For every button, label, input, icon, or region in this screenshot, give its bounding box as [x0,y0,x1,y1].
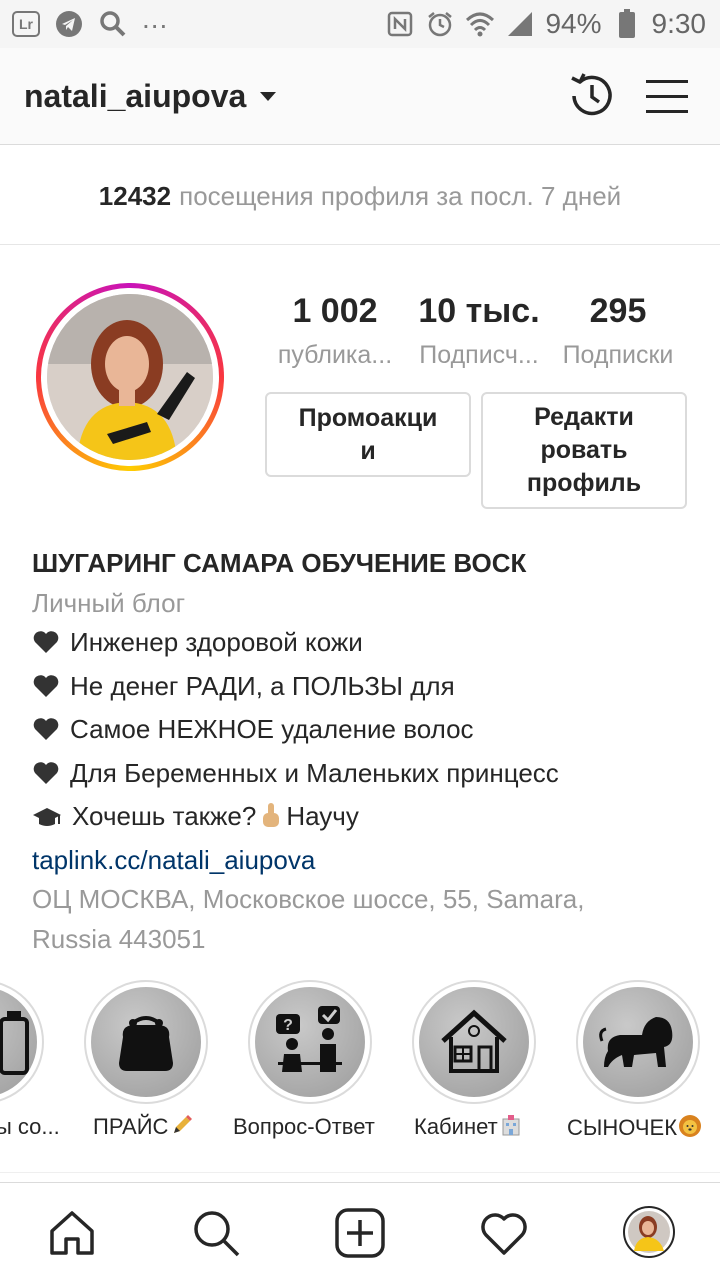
lion-icon [599,1017,673,1067]
house-icon [441,1009,507,1073]
highlight-2[interactable] [84,980,208,1104]
followers-count: 10 тыс. [418,292,540,330]
promotions-label-line1: Промоакци [298,403,438,432]
chevron-down-icon[interactable] [260,91,277,101]
battery-icon [612,9,642,39]
promotions-button[interactable]: Промоакци и [265,392,471,477]
profile-header: natali_aiupova [0,48,720,145]
highlight-4[interactable] [412,980,536,1104]
black-heart-icon [32,627,60,667]
edit-label-line3: профиль [526,469,642,497]
black-heart-icon [32,714,60,754]
posts-count: 1 002 [292,292,378,330]
black-heart-icon [32,758,60,798]
menu-icon[interactable] [644,76,690,116]
pencil-icon [171,1114,193,1142]
bottle-icon [0,1011,29,1075]
black-heart-icon [32,671,60,711]
hotel-icon [500,1114,522,1142]
lion-face-icon [678,1114,702,1144]
pointing-hand-icon [258,801,284,841]
battery-percent: 94% [545,8,602,39]
avatar[interactable] [36,283,224,471]
highlight-label-5: СЫНОЧЕК [567,1114,702,1144]
edit-label-line2: ровать [540,436,628,464]
add-post-icon[interactable] [334,1207,386,1259]
bio-line: Хочешь также? Научу [32,797,692,841]
clock: 9:30 [651,8,707,39]
stat-followers[interactable]: 10 тыс. Подписч... [404,292,554,370]
posts-label: публика... [277,341,393,369]
following-label: Подписки [562,341,674,369]
alarm-icon [425,9,455,39]
highlight-label-2: ПРАЙС [93,1114,193,1142]
edit-profile-button[interactable]: Редакти ровать профиль [481,392,687,509]
promotions-label-line2: и [360,436,376,465]
home-icon[interactable] [46,1207,98,1259]
visits-text: посещения профиля за посл. 7 дней [179,180,622,211]
username[interactable]: natali_aiupova [24,78,246,115]
avatar-photo [47,294,213,460]
divider [0,1172,720,1173]
bio-link[interactable]: taplink.cc/natali_aiupova [32,841,692,881]
search-icon [98,9,128,39]
highlight-label-1: ы со... [0,1114,60,1139]
question-answer-icon: ? [276,1006,342,1072]
profile-category: Личный блог [32,587,186,618]
followers-label: Подписч... [419,341,539,369]
edit-label-line1: Редакти [534,403,634,431]
signal-icon [505,9,535,39]
history-icon[interactable] [566,70,618,122]
wifi-icon [465,9,495,39]
highlight-label-4: Кабинет [414,1114,522,1142]
bio-line: Для Беременных и Маленьких принцесс [32,754,692,798]
bio-line: Самое НЕЖНОЕ удаление волос [32,710,692,754]
lightroom-icon: Lr [12,11,40,37]
stat-following[interactable]: 295 Подписки [548,292,688,370]
more-notifications: ... [142,3,169,34]
highlight-1[interactable] [0,980,44,1104]
visits-count: 12432 [98,180,172,211]
nfc-icon [385,9,415,39]
bottom-navigation [0,1182,720,1281]
profile-avatar-icon[interactable] [622,1205,675,1258]
profile-name: ШУГАРИНГ САМАРА ОБУЧЕНИЕ ВОСК [32,548,527,578]
profile-visits[interactable]: 12432 посещения профиля за посл. 7 дней [0,148,720,245]
status-bar: Lr ... 94% 9:30 [0,0,720,48]
graduation-cap-icon [32,801,62,841]
bio-address[interactable]: ОЦ МОСКВА, Московское шоссе, 55, Samara,… [32,880,692,959]
telegram-icon [54,9,84,39]
highlight-5[interactable] [576,980,700,1104]
highlight-3[interactable]: ? [248,980,372,1104]
stat-posts[interactable]: 1 002 публика... [260,292,410,370]
heart-icon[interactable] [478,1207,530,1259]
following-count: 295 [589,292,647,330]
search-icon[interactable] [190,1207,242,1259]
bio: ШУГАРИНГ САМАРА ОБУЧЕНИЕ ВОСК Личный бло… [32,544,692,959]
bio-line: Инженер здоровой кожи [32,623,692,667]
highlight-label-3: Вопрос-Ответ [233,1114,375,1139]
svg-text:?: ? [283,1017,293,1034]
bio-line: Не денег РАДИ, а ПОЛЬЗЫ для [32,667,692,711]
purse-icon [119,1016,173,1071]
